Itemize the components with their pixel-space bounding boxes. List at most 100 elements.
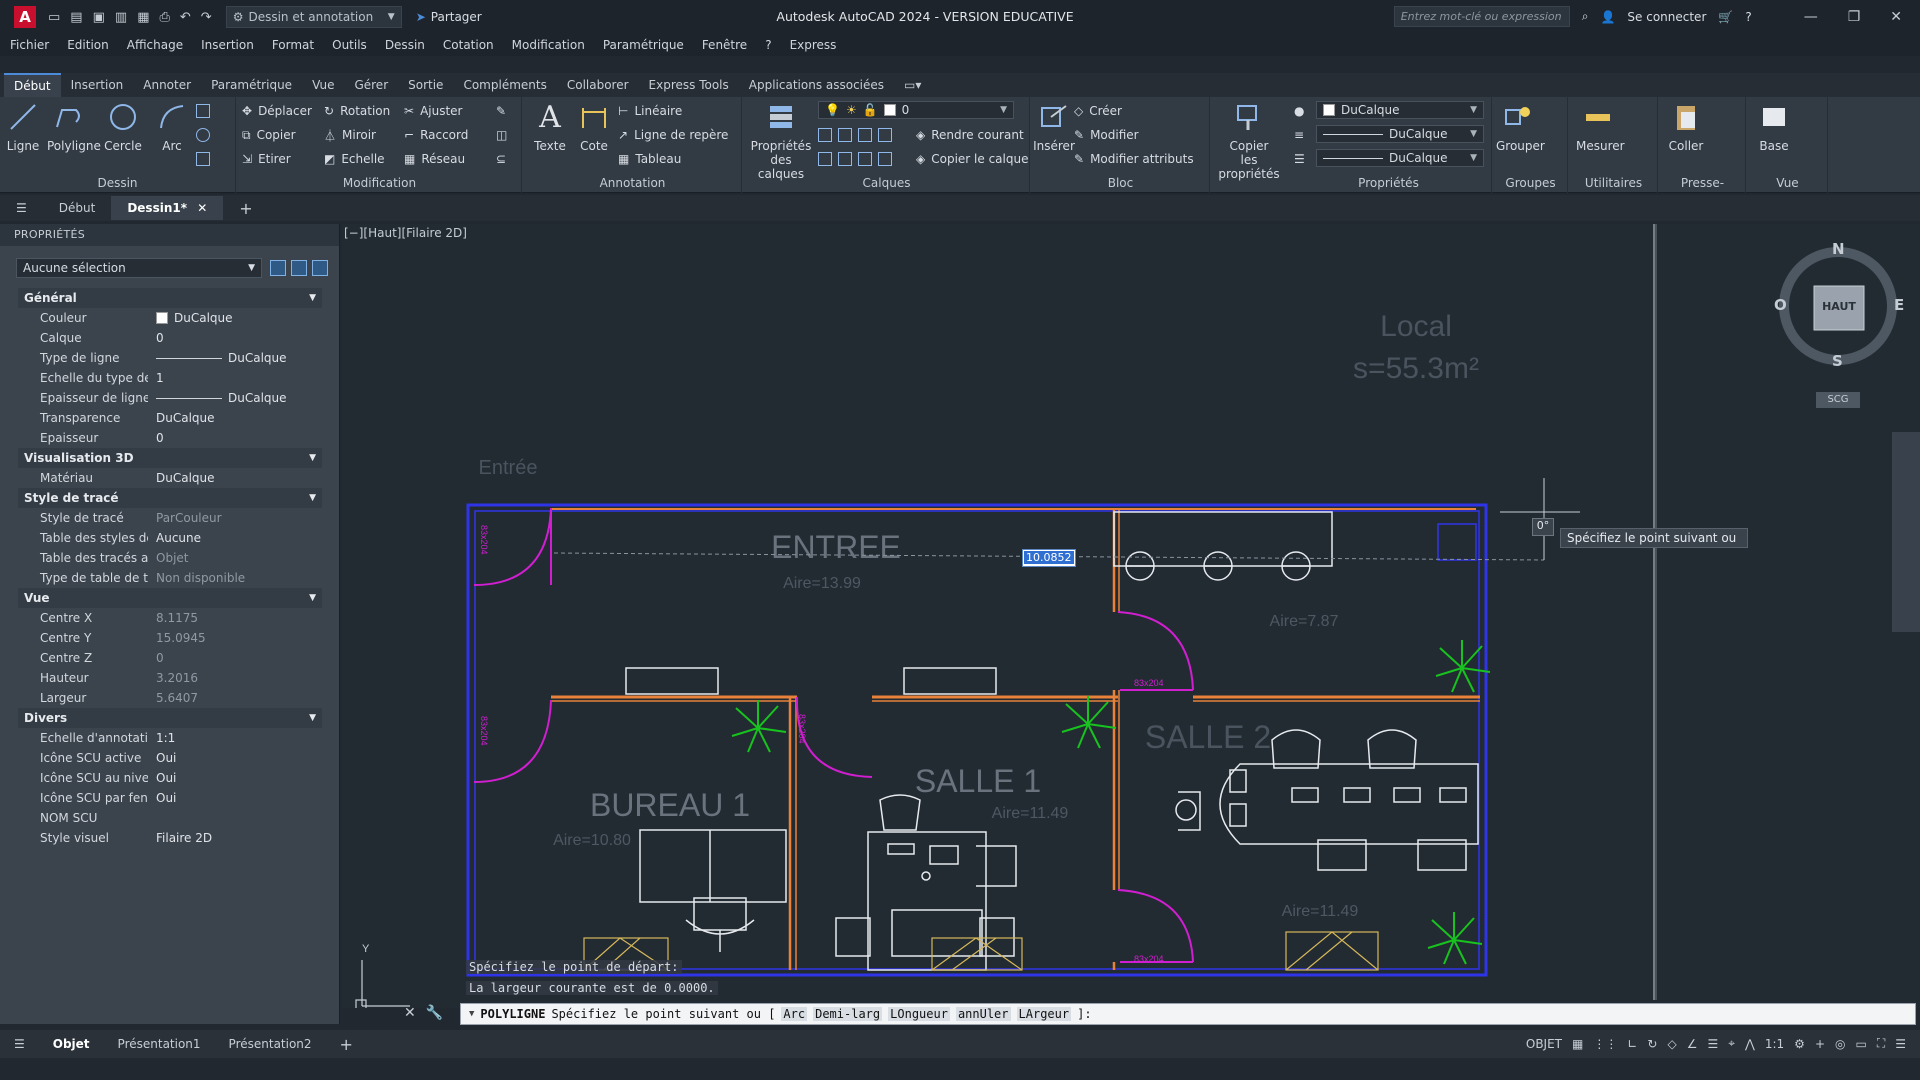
ligne-button[interactable]: Ligne	[1, 101, 45, 153]
panel-title-calques[interactable]: Calques	[744, 173, 1029, 193]
property-row[interactable]: Type de ligne DuCalque	[18, 348, 322, 368]
color-combo[interactable]: DuCalque ▼	[1316, 101, 1484, 119]
property-row[interactable]: Hauteur 3.2016	[18, 668, 322, 688]
lineweight-combo[interactable]: DuCalque ▼	[1316, 125, 1484, 143]
plus-icon[interactable]: +	[1815, 1037, 1825, 1051]
dynamic-angle-input[interactable]: 0°	[1532, 518, 1554, 536]
undo-icon[interactable]: ↶	[180, 10, 191, 25]
property-row[interactable]: Echelle du type de li... 1	[18, 368, 322, 388]
tab-collaborer[interactable]: Collaborer	[557, 74, 639, 96]
option-largeur[interactable]: LArgeur	[1016, 1007, 1072, 1021]
tab-annoter[interactable]: Annoter	[133, 74, 201, 96]
new-icon[interactable]: ▭	[48, 10, 60, 25]
layer-combo[interactable]: 💡 ☀ 🔓 0 ▼	[818, 101, 1014, 119]
tab-express-tools[interactable]: Express Tools	[639, 74, 739, 96]
property-row[interactable]: Icône SCU par fenêtre Oui	[18, 788, 322, 808]
property-row[interactable]: Table des tracés atta... Objet	[18, 548, 322, 568]
menu-item[interactable]: Affichage	[127, 38, 183, 52]
property-row[interactable]: Style de tracé ParCouleur	[18, 508, 322, 528]
quick-select-icon[interactable]	[312, 260, 328, 276]
ortho-icon[interactable]: ∟	[1627, 1037, 1637, 1051]
panel-title-modification[interactable]: Modification	[238, 173, 521, 193]
property-row[interactable]: Centre Y 15.0945	[18, 628, 322, 648]
select-objects-icon[interactable]	[291, 260, 307, 276]
coller-button[interactable]: Coller	[1664, 101, 1708, 153]
search-input[interactable]: Entrez mot-clé ou expression	[1393, 6, 1570, 27]
menu-item[interactable]: Modification	[512, 38, 585, 52]
tab-sortie[interactable]: Sortie	[398, 74, 453, 96]
redo-icon[interactable]: ↷	[201, 10, 212, 25]
tab-presentation2[interactable]: Présentation2	[215, 1037, 326, 1051]
panel-title-proprietes[interactable]: Propriétés	[1286, 173, 1491, 193]
tableau-button[interactable]: ▦ Tableau	[618, 149, 681, 169]
dynamic-length-input[interactable]: 10.0852	[1022, 549, 1076, 567]
search-icon[interactable]: ⌕	[1582, 9, 1589, 24]
option-demi-larg[interactable]: Demi-larg	[813, 1007, 883, 1021]
grid-icon[interactable]: ▦	[1572, 1037, 1583, 1051]
tab-parametrique[interactable]: Paramétrique	[201, 74, 302, 96]
command-line[interactable]: ▼ POLYLIGNE Spécifiez le point suivant o…	[460, 1003, 1916, 1025]
floor-plan-canvas[interactable]: Local s=55.3m² Entrée 83x204 83x204 83x2…	[342, 224, 1920, 1008]
workspace-selector[interactable]: ⚙ Dessin et annotation ▼	[225, 6, 402, 28]
snap-icon[interactable]: ⋮⋮	[1593, 1037, 1617, 1051]
menu-item[interactable]: Fenêtre	[702, 38, 747, 52]
layer-tool-icon[interactable]	[838, 152, 852, 166]
echelle-button[interactable]: ◩ Echelle	[324, 149, 385, 169]
rectangle-icon[interactable]	[196, 101, 210, 121]
selection-cycle-icon[interactable]: ⌖	[1728, 1036, 1735, 1051]
ribbon-toggle-icon[interactable]: ▭▾	[894, 74, 931, 96]
tab-applications[interactable]: Applications associées	[739, 74, 894, 96]
layout-menu-icon[interactable]: ☰	[0, 1037, 39, 1051]
hatch-icon[interactable]	[196, 125, 210, 145]
reseau-button[interactable]: ▦ Réseau	[404, 149, 465, 169]
save-icon[interactable]: ▣	[93, 10, 105, 25]
arc-button[interactable]: Arc	[150, 101, 194, 153]
wrench-icon[interactable]: 🔧	[426, 1005, 443, 1021]
layer-tool-icon[interactable]	[858, 128, 872, 142]
tab-objet[interactable]: Objet	[39, 1037, 104, 1051]
compass-north[interactable]: N	[1832, 240, 1845, 258]
panel-title-utilitaires[interactable]: Utilitaires	[1570, 173, 1657, 193]
restore-icon[interactable]: ❐	[1848, 9, 1861, 25]
rendre-courant-button[interactable]: ◈ Rendre courant	[916, 125, 1024, 145]
raccord-button[interactable]: ⌐ Raccord	[404, 125, 468, 145]
customize-icon[interactable]: ☰	[1895, 1037, 1906, 1051]
property-row[interactable]: Transparence DuCalque	[18, 408, 322, 428]
property-row[interactable]: Epaisseur 0	[18, 428, 322, 448]
cote-button[interactable]: Cote	[572, 101, 616, 153]
osnap-icon[interactable]: ◇	[1667, 1037, 1676, 1051]
option-longueur[interactable]: LOngueur	[888, 1007, 950, 1021]
isolate-icon[interactable]: ◎	[1835, 1037, 1845, 1051]
annotation-scale[interactable]: 1:1	[1765, 1037, 1784, 1051]
option-annuler[interactable]: annUler	[955, 1007, 1011, 1021]
layer-tool-icon[interactable]	[878, 128, 892, 142]
hardware-accel-icon[interactable]: ▭	[1855, 1037, 1866, 1051]
property-row[interactable]: Calque 0	[18, 328, 322, 348]
tab-insertion[interactable]: Insertion	[61, 74, 134, 96]
proprietes-calques-button[interactable]: Propriétés des calques	[748, 101, 814, 181]
option-arc[interactable]: Arc	[781, 1007, 808, 1021]
navigation-bar[interactable]	[1892, 432, 1920, 632]
menu-item[interactable]: Paramétrique	[603, 38, 684, 52]
new-tab-icon[interactable]: +	[223, 194, 268, 223]
layer-tool-icon[interactable]	[838, 128, 852, 142]
copier-button[interactable]: ⧉ Copier	[242, 125, 296, 145]
property-row[interactable]: Icône SCU active Oui	[18, 748, 322, 768]
help-icon[interactable]: ?	[1745, 10, 1751, 24]
polyligne-button[interactable]: Polyligne	[47, 101, 101, 153]
viewcube[interactable]: N S E O HAUT	[1774, 240, 1904, 370]
layer-tool-icon[interactable]	[858, 152, 872, 166]
compass-south[interactable]: S	[1832, 352, 1843, 370]
tab-presentation1[interactable]: Présentation1	[104, 1037, 215, 1051]
panel-title-presse-papiers[interactable]: Presse-papiers	[1660, 173, 1745, 210]
deplacer-button[interactable]: ✥ Déplacer	[242, 101, 312, 121]
tab-debut[interactable]: Début	[4, 73, 61, 97]
menu-item[interactable]: Outils	[332, 38, 367, 52]
layer-tool-icon[interactable]	[818, 128, 832, 142]
explode-icon[interactable]: ◫	[496, 125, 507, 145]
property-row[interactable]: Table des styles de tr... Aucune	[18, 528, 322, 548]
hamburger-menu-icon[interactable]: ☰	[0, 196, 43, 220]
property-row[interactable]: Centre Z 0	[18, 648, 322, 668]
property-category[interactable]: Style de tracé ▼	[18, 488, 322, 508]
copier-proprietes-button[interactable]: Copier les propriétés	[1212, 101, 1286, 181]
